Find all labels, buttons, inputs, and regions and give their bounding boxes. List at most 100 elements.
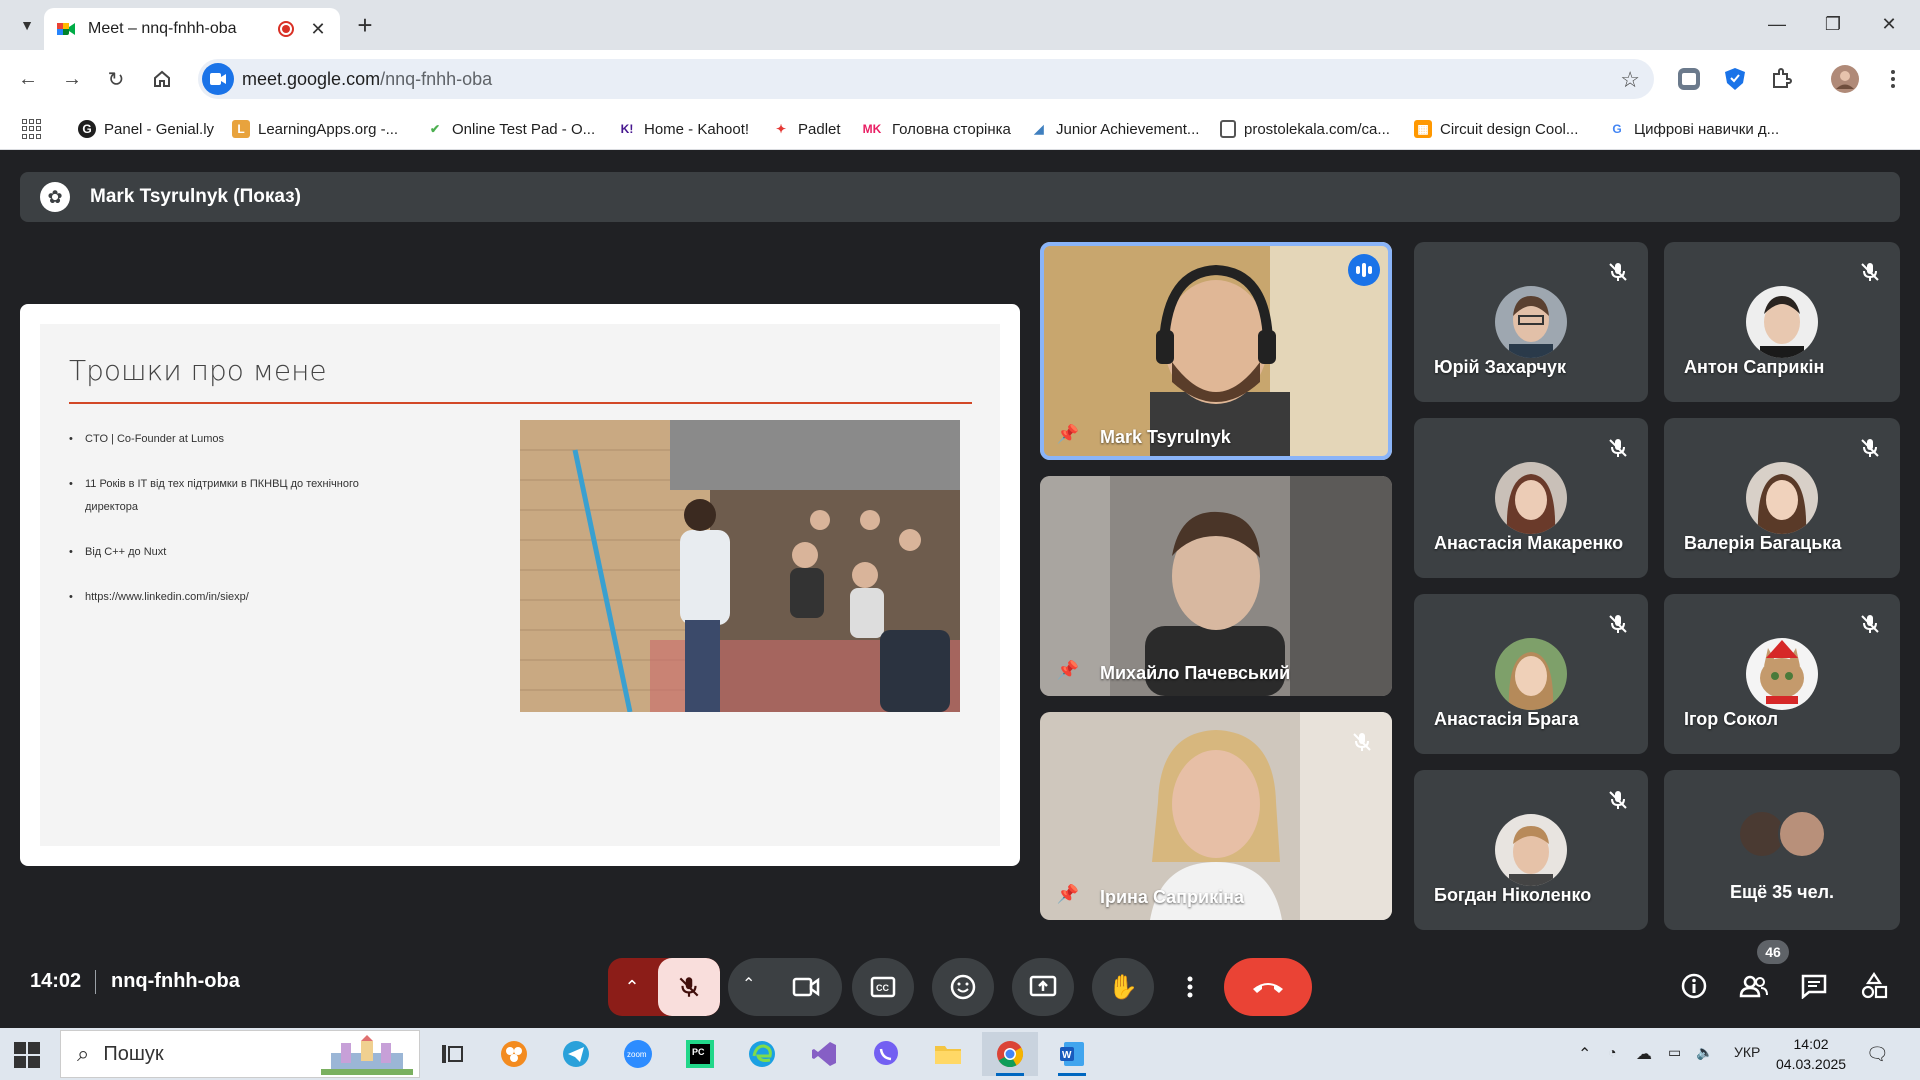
pin-icon[interactable]: 📌 — [1054, 656, 1082, 684]
taskbar-search-box[interactable]: ⌕ Пошук — [60, 1030, 420, 1078]
new-tab-button[interactable]: + — [348, 10, 382, 40]
translate-extension-icon[interactable] — [1674, 64, 1704, 94]
video-settings-chevron-icon[interactable]: ⌃ — [742, 974, 755, 994]
taskbar-edge[interactable] — [734, 1032, 790, 1076]
audio-settings-chevron-icon[interactable]: ⌃ — [608, 958, 656, 1016]
people-button[interactable] — [1734, 966, 1774, 1006]
taskbar-visual-studio[interactable] — [796, 1032, 852, 1076]
participant-tile[interactable]: Юрій Захарчук — [1414, 242, 1648, 402]
bookmark-genially[interactable]: G Panel - Genial.ly — [78, 118, 214, 140]
reactions-button[interactable] — [932, 958, 994, 1016]
participant-name: Анастасія Брага — [1434, 709, 1579, 729]
video-tile-iryna[interactable]: 📌 Ірина Саприкіна — [1040, 712, 1392, 920]
video-tile-mark[interactable]: 📌 Mark Tsyrulnyk — [1040, 242, 1392, 460]
bookmark-star-icon[interactable]: ☆ — [1620, 67, 1640, 93]
bookmark-learningapps[interactable]: L LearningApps.org -... — [232, 118, 398, 140]
notifications-icon[interactable]: 🗨 — [1866, 1044, 1889, 1065]
more-options-button[interactable] — [1172, 958, 1208, 1016]
word-icon: W — [1060, 1042, 1084, 1066]
onedrive-cloud-icon[interactable]: ☁ — [1636, 1044, 1652, 1064]
battery-icon[interactable]: ▭ — [1668, 1044, 1681, 1061]
participant-tile[interactable]: Богдан Ніколенко — [1414, 770, 1648, 930]
start-button[interactable] — [14, 1042, 40, 1068]
windows-taskbar: ⌕ Пошук zoom PC W ⌃ ◔ ☁ ▭ 🔈 УКР 14:02 04… — [0, 1028, 1920, 1080]
svg-text:CC: CC — [876, 983, 889, 993]
address-bar[interactable]: meet.google.com/nnq-fnhh-oba ☆ — [198, 59, 1654, 99]
tab-search-button[interactable]: ▼ — [14, 12, 40, 38]
taskbar-word[interactable]: W — [1044, 1032, 1100, 1076]
shield-extension-icon[interactable] — [1720, 64, 1750, 94]
hang-up-icon — [1253, 983, 1283, 993]
taskbar-app-multicolor[interactable] — [486, 1032, 542, 1076]
restore-window-button[interactable]: ❐ — [1810, 8, 1856, 40]
network-icon[interactable]: ◔ — [1608, 1044, 1616, 1060]
taskbar-chrome[interactable] — [982, 1032, 1038, 1076]
minimize-window-button[interactable]: — — [1754, 8, 1800, 40]
close-window-button[interactable]: ✕ — [1866, 8, 1912, 40]
raise-hand-button[interactable]: ✋ — [1092, 958, 1154, 1016]
profile-avatar[interactable] — [1830, 64, 1860, 94]
captions-button[interactable]: CC — [852, 958, 914, 1016]
search-highlight-castle-icon — [321, 1035, 413, 1075]
mic-off-icon — [679, 977, 699, 997]
site-info-icon[interactable] — [202, 63, 234, 95]
participant-tile[interactable]: Анастасія Макаренко — [1414, 418, 1648, 578]
home-button[interactable] — [146, 63, 178, 95]
speaking-indicator-icon — [1348, 254, 1380, 286]
participant-name: Богдан Ніколенко — [1434, 885, 1592, 905]
home-icon — [154, 70, 170, 87]
leave-call-button[interactable] — [1224, 958, 1312, 1016]
bookmark-padlet[interactable]: ✦ Padlet — [772, 118, 841, 140]
search-icon: ⌕ — [77, 1041, 90, 1066]
slide-bullet: Від C++ до Nuxt — [69, 541, 409, 564]
pin-icon[interactable]: 📌 — [1054, 880, 1082, 908]
volume-icon[interactable]: 🔈 — [1696, 1044, 1713, 1061]
microphone-toggle-button[interactable] — [658, 958, 720, 1016]
activities-button[interactable] — [1854, 966, 1894, 1006]
participant-tile[interactable]: Ігор Сокол — [1664, 594, 1900, 754]
taskbar-pycharm[interactable]: PC — [672, 1032, 728, 1076]
tab-meet[interactable]: Meet – nnq-fnhh-oba ✕ — [44, 8, 340, 50]
bookmark-prostolekala[interactable]: prostolekala.com/ca... — [1220, 118, 1390, 140]
participant-tile[interactable]: Валерія Багацька — [1664, 418, 1900, 578]
camera-icon[interactable] — [792, 975, 820, 999]
taskbar-viber[interactable] — [858, 1032, 914, 1076]
task-view-button[interactable] — [424, 1032, 480, 1076]
close-tab-icon[interactable]: ✕ — [308, 19, 328, 40]
reload-button[interactable]: ↻ — [100, 63, 132, 95]
chat-button[interactable] — [1794, 966, 1834, 1006]
genially-icon: G — [78, 120, 96, 138]
video-tile-mykhailo[interactable]: 📌 Михайло Пачевський — [1040, 476, 1392, 696]
taskbar-zoom[interactable]: zoom — [610, 1032, 666, 1076]
avatar — [1746, 638, 1818, 710]
tray-overflow-chevron-icon[interactable]: ⌃ — [1578, 1044, 1591, 1064]
info-icon — [1681, 973, 1707, 999]
bookmark-digital-skills[interactable]: G Цифрові навички д... — [1608, 118, 1779, 140]
browser-menu-icon[interactable] — [1878, 64, 1908, 94]
extensions-puzzle-icon[interactable] — [1766, 64, 1796, 94]
bookmark-junior-achievement[interactable]: ◢ Junior Achievement... — [1030, 118, 1199, 140]
bookmark-online-test-pad[interactable]: ✔ Online Test Pad - O... — [426, 118, 595, 140]
avatar — [1495, 462, 1567, 534]
meeting-details-button[interactable] — [1674, 966, 1714, 1006]
bookmark-mk[interactable]: MK Головна сторінка — [860, 118, 1011, 140]
taskbar-clock[interactable]: 14:02 04.03.2025 — [1776, 1034, 1846, 1074]
forward-button[interactable]: → — [56, 63, 88, 95]
taskbar-telegram[interactable] — [548, 1032, 604, 1076]
input-language[interactable]: УКР — [1734, 1044, 1760, 1060]
more-participants-tile[interactable]: Ещё 35 чел. — [1664, 770, 1900, 930]
svg-text:PC: PC — [692, 1047, 705, 1057]
slide-bullet: CTO | Co-Founder at Lumos — [69, 428, 409, 451]
bookmark-circuit-design[interactable]: ▦ Circuit design Cool... — [1414, 118, 1578, 140]
avatar — [1746, 462, 1818, 534]
taskbar-file-explorer[interactable] — [920, 1032, 976, 1076]
back-button[interactable]: ← — [12, 63, 44, 95]
participant-tile[interactable]: Антон Саприкін — [1664, 242, 1900, 402]
present-screen-button[interactable] — [1012, 958, 1074, 1016]
participant-tile[interactable]: Анастасія Брага — [1414, 594, 1648, 754]
apps-grid-icon[interactable] — [22, 119, 42, 139]
bookmark-kahoot[interactable]: K! Home - Kahoot! — [618, 118, 749, 140]
browser-toolbar: ← → ↻ meet.google.com/nnq-fnhh-oba ☆ — [0, 50, 1920, 108]
pin-icon[interactable]: 📌 — [1054, 420, 1082, 448]
emoji-icon — [950, 974, 976, 1000]
